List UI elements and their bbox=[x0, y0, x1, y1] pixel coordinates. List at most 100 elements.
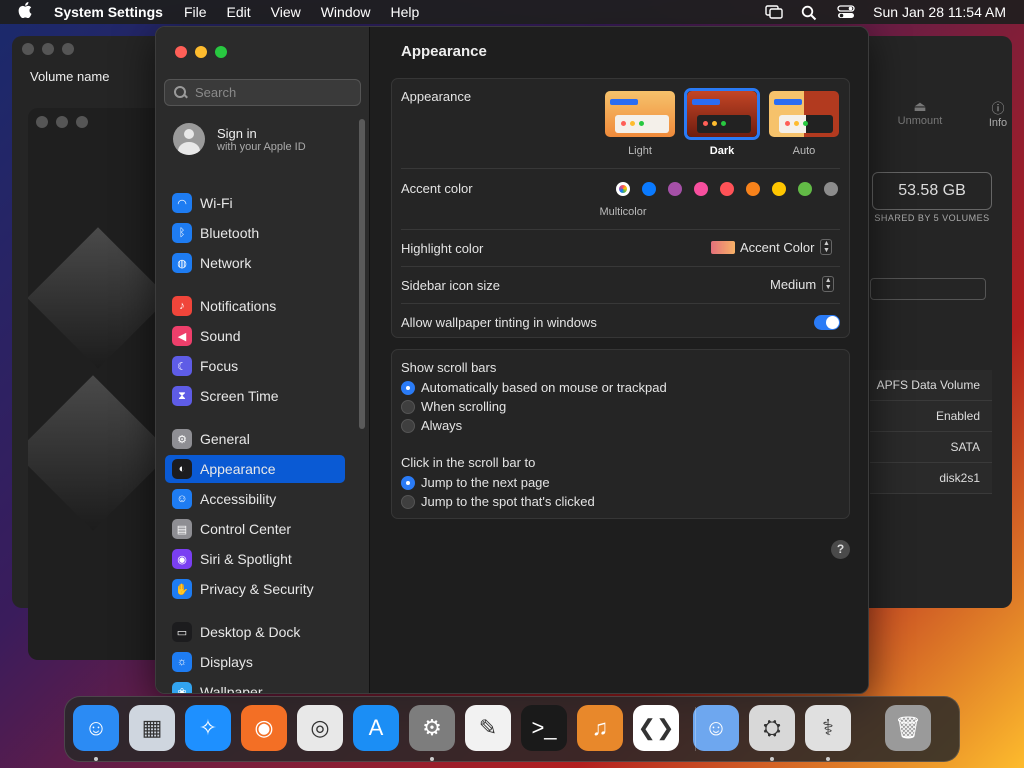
unmount-icon: ⏏ bbox=[913, 98, 927, 114]
sign-in-title: Sign in bbox=[217, 125, 257, 141]
wallpaper-icon: ❀ bbox=[172, 682, 192, 693]
sidebar-item-bluetooth[interactable]: ᛒ Bluetooth bbox=[165, 219, 345, 247]
sidebar-item-label: Privacy & Security bbox=[200, 581, 314, 597]
sidebar-item-label: Notifications bbox=[200, 298, 277, 314]
accent-multicolor-swatch[interactable] bbox=[616, 182, 630, 196]
launchpad-icon[interactable]: ▦ bbox=[129, 705, 175, 751]
sidebar-item-siri-spotlight[interactable]: ◉ Siri & Spotlight bbox=[165, 545, 345, 573]
sidebar-item-label: Desktop & Dock bbox=[200, 624, 301, 640]
sidebar-item-general[interactable]: ⚙ General bbox=[165, 425, 345, 453]
vscode-icon[interactable]: ❮❯ bbox=[633, 705, 679, 751]
accent-color-swatch[interactable] bbox=[746, 182, 760, 196]
sidebar-scrollbar[interactable] bbox=[359, 119, 365, 429]
sidebar-item-network[interactable]: ◍ Network bbox=[165, 249, 345, 277]
scroll-option-label: Always bbox=[421, 418, 463, 433]
radio-unselected bbox=[401, 494, 415, 509]
terminal-icon[interactable]: >_ bbox=[521, 705, 567, 751]
accent-color-swatch[interactable] bbox=[824, 182, 838, 196]
click-scroll-bar-label: Click in the scroll bar to bbox=[401, 455, 536, 470]
radio-unselected bbox=[401, 399, 415, 414]
accent-color-swatch[interactable] bbox=[642, 182, 656, 196]
sidebar-item-screen-time[interactable]: ⧗ Screen Time bbox=[165, 382, 345, 410]
scroll-option-automatic[interactable]: Automatically based on mouse or trackpad bbox=[401, 380, 667, 395]
scroll-option-label: When scrolling bbox=[421, 399, 507, 414]
apple-id-sign-in[interactable]: Sign in with your Apple ID bbox=[173, 123, 306, 155]
sidebar-item-privacy-security[interactable]: ✋ Privacy & Security bbox=[165, 575, 345, 603]
wallpaper-shape bbox=[28, 227, 163, 369]
accent-multicolor-caption: Multicolor bbox=[599, 206, 647, 218]
unmount-button[interactable]: ⏏ Unmount bbox=[895, 98, 945, 127]
scroll-option-always[interactable]: Always bbox=[401, 418, 462, 433]
menu-file[interactable]: File bbox=[184, 4, 207, 20]
finder-folder-icon[interactable]: ☺ bbox=[693, 705, 739, 751]
search-icon[interactable] bbox=[801, 5, 819, 21]
sidebar-item-wi-fi[interactable]: ◠ Wi-Fi bbox=[165, 189, 345, 217]
radio-unselected bbox=[401, 418, 415, 433]
sidebar-item-sound[interactable]: ◀ Sound bbox=[165, 322, 345, 350]
menu-view[interactable]: View bbox=[271, 4, 301, 20]
accent-color-swatch[interactable] bbox=[668, 182, 682, 196]
wallpaper-shape bbox=[28, 375, 163, 531]
system-info-icon[interactable]: ⚕ bbox=[805, 705, 851, 751]
firefox-icon[interactable]: ◉ bbox=[241, 705, 287, 751]
finder-icon[interactable]: ☺ bbox=[73, 705, 119, 751]
sidebar-item-notifications[interactable]: ♪ Notifications bbox=[165, 292, 345, 320]
menu-clock[interactable]: Sun Jan 28 11:54 AM bbox=[873, 4, 1006, 20]
chrome-icon[interactable]: ◎ bbox=[297, 705, 343, 751]
hand-icon: ✋ bbox=[172, 579, 192, 599]
sidebar-item-control-center[interactable]: ▤ Control Center bbox=[165, 515, 345, 543]
zoom-button[interactable] bbox=[215, 46, 227, 58]
sidebar-icon-size-popup[interactable]: Medium ▲ ▼ bbox=[770, 276, 835, 292]
appearance-auto-thumbnail[interactable] bbox=[769, 91, 839, 137]
sidebar-item-accessibility[interactable]: ☺ Accessibility bbox=[165, 485, 345, 513]
sidebar-item-appearance[interactable]: ◐ Appearance bbox=[165, 455, 345, 483]
click-option-spot-clicked[interactable]: Jump to the spot that's clicked bbox=[401, 494, 595, 509]
garageband-icon[interactable]: ♫ bbox=[577, 705, 623, 751]
sidebar-item-desktop-dock[interactable]: ▭ Desktop & Dock bbox=[165, 618, 345, 646]
menu-edit[interactable]: Edit bbox=[227, 4, 251, 20]
system-settings-icon[interactable]: ⚙ bbox=[409, 705, 455, 751]
safari-icon[interactable]: ✧ bbox=[185, 705, 231, 751]
info-button[interactable]: ⓘ Info bbox=[980, 98, 1016, 129]
volume-name-column-label: Volume name bbox=[30, 69, 110, 84]
control-center-icon[interactable] bbox=[837, 5, 855, 19]
menu-help[interactable]: Help bbox=[391, 4, 420, 20]
click-option-next-page[interactable]: Jump to the next page bbox=[401, 475, 550, 490]
divider bbox=[401, 168, 840, 169]
sidebar-icon-size-label: Sidebar icon size bbox=[401, 278, 500, 293]
window-controls bbox=[175, 46, 227, 58]
highlight-color-value: Accent Color bbox=[740, 239, 815, 255]
search-field[interactable]: Search bbox=[164, 79, 361, 106]
menu-window[interactable]: Window bbox=[321, 4, 371, 20]
accent-color-swatch[interactable] bbox=[694, 182, 708, 196]
accent-color-swatch[interactable] bbox=[798, 182, 812, 196]
close-button[interactable] bbox=[175, 46, 187, 58]
accent-color-swatch[interactable] bbox=[720, 182, 734, 196]
minimize-button[interactable] bbox=[195, 46, 207, 58]
search-icon bbox=[174, 85, 188, 100]
app-store-icon[interactable]: A bbox=[353, 705, 399, 751]
disk-utility-field bbox=[870, 278, 986, 300]
radio-selected bbox=[401, 475, 415, 490]
background-window bbox=[28, 108, 163, 660]
sidebar-item-displays[interactable]: ☼ Displays bbox=[165, 648, 345, 676]
screen-mirroring-icon[interactable] bbox=[765, 5, 783, 19]
sidebar-item-label: Appearance bbox=[200, 461, 276, 477]
appearance-light-thumbnail[interactable] bbox=[605, 91, 675, 137]
click-option-label: Jump to the next page bbox=[421, 475, 550, 490]
sidebar-item-label: Wallpaper bbox=[200, 684, 263, 694]
help-button[interactable]: ? bbox=[831, 540, 850, 559]
wallpaper-tinting-toggle[interactable] bbox=[814, 315, 840, 330]
highlight-color-popup[interactable]: Accent Color ▲ ▼ bbox=[711, 239, 833, 255]
gear-icon: ⚙ bbox=[172, 429, 192, 449]
appearance-dark-thumbnail[interactable] bbox=[687, 91, 757, 137]
trash-icon[interactable]: 🗑 bbox=[885, 705, 931, 751]
sidebar-item-focus[interactable]: ☾ Focus bbox=[165, 352, 345, 380]
apple-menu-icon[interactable] bbox=[18, 2, 40, 22]
textedit-icon[interactable]: ✎ bbox=[465, 705, 511, 751]
disk-utility-icon[interactable]: ⛭ bbox=[749, 705, 795, 751]
accent-color-swatch[interactable] bbox=[772, 182, 786, 196]
sidebar-item-wallpaper[interactable]: ❀ Wallpaper bbox=[165, 678, 345, 694]
app-name-menu[interactable]: System Settings bbox=[54, 4, 163, 20]
scroll-option-when-scrolling[interactable]: When scrolling bbox=[401, 399, 506, 414]
